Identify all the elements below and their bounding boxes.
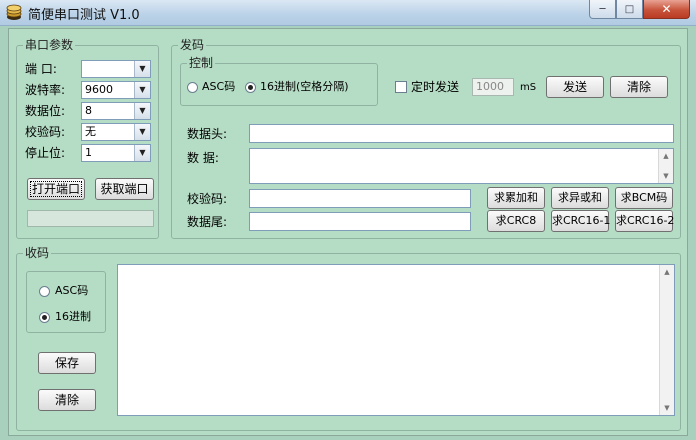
stopbits-label: 停止位: bbox=[25, 146, 66, 160]
chevron-down-icon[interactable]: ▼ bbox=[134, 103, 150, 119]
tail-label: 数据尾: bbox=[187, 215, 228, 229]
clear-receive-button[interactable]: 清除 bbox=[38, 389, 96, 411]
port-label: 端 口: bbox=[25, 62, 57, 76]
open-port-button[interactable]: 打开端口 bbox=[27, 178, 85, 200]
data-scrollbar[interactable]: ▲ ▼ bbox=[658, 149, 673, 183]
serial-params-title: 串口参数 bbox=[23, 38, 76, 52]
send-group-title: 发码 bbox=[178, 38, 207, 52]
bcm-button[interactable]: 求BCM码 bbox=[615, 187, 673, 209]
databits-value: 8 bbox=[85, 104, 92, 117]
send-hex-label: 16进制(空格分隔) bbox=[260, 80, 349, 93]
receive-textarea[interactable]: ▲ ▼ bbox=[117, 264, 675, 416]
parity-label: 校验码: bbox=[25, 125, 66, 139]
checksum-input[interactable] bbox=[249, 189, 471, 208]
data-label: 数 据: bbox=[187, 151, 219, 165]
receive-scrollbar[interactable]: ▲ ▼ bbox=[659, 265, 674, 415]
window-title: 简便串口测试 V1.0 bbox=[28, 8, 140, 23]
arrow-up-icon[interactable]: ▲ bbox=[660, 265, 674, 279]
serial-params-group: 串口参数 端 口: ▼ 波特率: 9600 ▼ 数据位: 8 ▼ 校验码: 无 … bbox=[16, 38, 159, 239]
baud-label: 波特率: bbox=[25, 83, 66, 97]
arrow-down-icon[interactable]: ▼ bbox=[659, 169, 673, 183]
stopbits-select[interactable]: 1 ▼ bbox=[81, 144, 151, 162]
fetch-ports-button[interactable]: 获取端口 bbox=[95, 178, 154, 200]
maximize-button[interactable]: □ bbox=[616, 0, 643, 19]
recv-asc-label: ASC码 bbox=[55, 284, 89, 297]
checksum-label: 校验码: bbox=[187, 192, 228, 206]
save-button[interactable]: 保存 bbox=[38, 352, 96, 374]
header-label: 数据头: bbox=[187, 127, 228, 141]
control-group: 控制 ASC码 16进制(空格分隔) bbox=[180, 56, 378, 106]
timer-send-checkbox[interactable] bbox=[395, 81, 407, 93]
send-group: 发码 控制 ASC码 16进制(空格分隔) 定时发送 1000 mS 发送 清除… bbox=[171, 38, 681, 239]
receive-group: 收码 ASC码 16进制 保存 清除 ▲ ▼ bbox=[16, 246, 681, 431]
close-button[interactable]: ✕ bbox=[643, 0, 690, 19]
arrow-up-icon[interactable]: ▲ bbox=[659, 149, 673, 163]
send-asc-radio[interactable] bbox=[187, 82, 198, 93]
receive-mode-group: ASC码 16进制 bbox=[26, 271, 106, 333]
baud-value: 9600 bbox=[85, 83, 113, 96]
sum-button[interactable]: 求累加和 bbox=[487, 187, 545, 209]
chevron-down-icon[interactable]: ▼ bbox=[134, 145, 150, 161]
client-area: 串口参数 端 口: ▼ 波特率: 9600 ▼ 数据位: 8 ▼ 校验码: 无 … bbox=[8, 28, 688, 436]
recv-hex-radio[interactable] bbox=[39, 312, 50, 323]
xor-button[interactable]: 求异或和 bbox=[551, 187, 609, 209]
coin-stack-icon bbox=[6, 4, 22, 20]
header-input[interactable] bbox=[249, 124, 674, 143]
port-status-bar bbox=[27, 210, 154, 227]
port-select[interactable]: ▼ bbox=[81, 60, 151, 78]
baud-select[interactable]: 9600 ▼ bbox=[81, 81, 151, 99]
send-asc-label: ASC码 bbox=[202, 80, 236, 93]
chevron-down-icon[interactable]: ▼ bbox=[134, 124, 150, 140]
send-hex-radio[interactable] bbox=[245, 82, 256, 93]
stopbits-value: 1 bbox=[85, 146, 92, 159]
control-group-title: 控制 bbox=[187, 56, 216, 70]
databits-select[interactable]: 8 ▼ bbox=[81, 102, 151, 120]
title-bar: 简便串口测试 V1.0 ─ □ ✕ bbox=[0, 0, 696, 26]
parity-select[interactable]: 无 ▼ bbox=[81, 123, 151, 141]
tail-input[interactable] bbox=[249, 212, 471, 231]
recv-hex-label: 16进制 bbox=[55, 310, 91, 323]
chevron-down-icon[interactable]: ▼ bbox=[134, 61, 150, 77]
send-button[interactable]: 发送 bbox=[546, 76, 604, 98]
timer-send-label: 定时发送 bbox=[411, 80, 460, 94]
parity-value: 无 bbox=[85, 125, 96, 138]
data-textarea[interactable]: ▲ ▼ bbox=[249, 148, 674, 184]
crc8-button[interactable]: 求CRC8 bbox=[487, 210, 545, 232]
clear-send-button[interactable]: 清除 bbox=[610, 76, 668, 98]
recv-asc-radio[interactable] bbox=[39, 286, 50, 297]
chevron-down-icon[interactable]: ▼ bbox=[134, 82, 150, 98]
interval-unit: mS bbox=[520, 82, 537, 93]
minimize-button[interactable]: ─ bbox=[589, 0, 616, 19]
crc16-1-button[interactable]: 求CRC16-1 bbox=[551, 210, 610, 232]
arrow-down-icon[interactable]: ▼ bbox=[660, 401, 674, 415]
receive-group-title: 收码 bbox=[23, 246, 52, 260]
interval-input[interactable]: 1000 bbox=[472, 78, 514, 96]
databits-label: 数据位: bbox=[25, 104, 66, 118]
crc16-2-button[interactable]: 求CRC16-2 bbox=[615, 210, 674, 232]
